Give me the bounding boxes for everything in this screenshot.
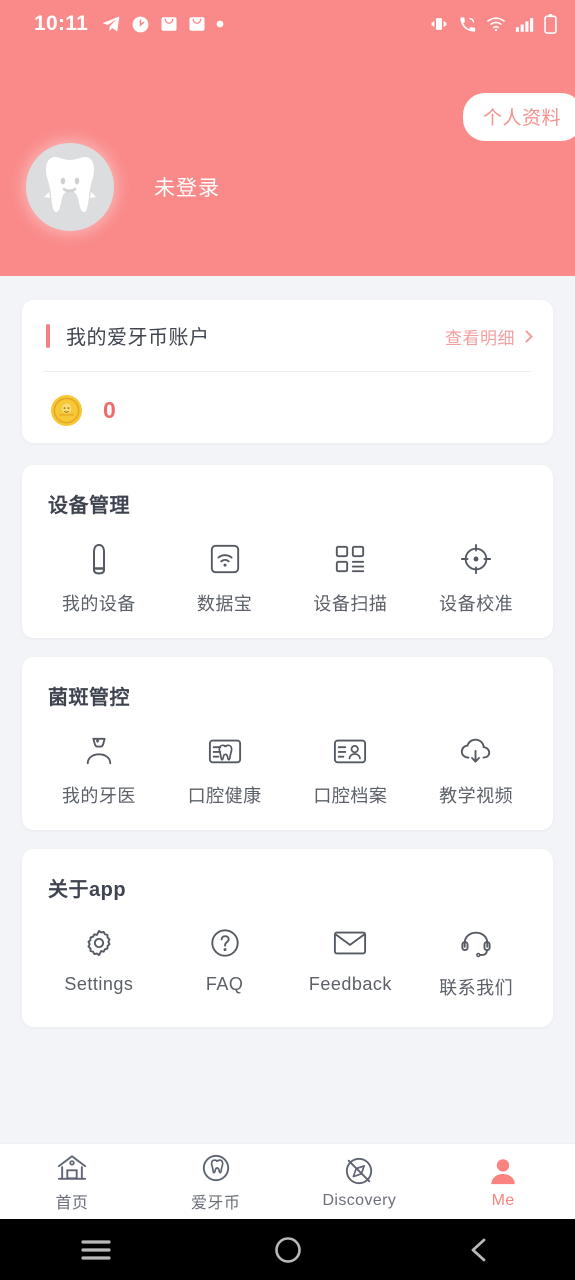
dot-icon [216, 20, 224, 28]
headset-icon [460, 924, 492, 962]
about-app-grid: Settings FAQ Feedback 联系我们 [22, 902, 553, 1000]
grid-item-label: Feedback [308, 974, 392, 994]
coin-balance-row: 0 [22, 372, 553, 427]
profile-header: 10:11 个人资料 未登录 [0, 0, 575, 276]
section-title: 关于app [48, 879, 127, 901]
grid-item-oral-health[interactable]: 口腔健康 [162, 732, 288, 808]
avatar[interactable] [26, 143, 114, 231]
tab-label: Me [491, 1191, 515, 1209]
bottom-tab-bar: 首页 爱牙币 Discovery Me [0, 1143, 575, 1219]
recents-icon [81, 1239, 111, 1260]
grid-item-label: 数据宝 [196, 594, 253, 614]
back-chevron-icon [471, 1238, 486, 1261]
grid-item-label: 我的设备 [61, 594, 136, 614]
view-detail-link[interactable]: 查看明细 [445, 324, 533, 349]
mail-icon [161, 17, 177, 31]
home-circle-icon [274, 1236, 301, 1263]
question-circle-icon [209, 924, 241, 962]
tooth-icon [200, 1151, 232, 1185]
grid-item-device-calibration[interactable]: 设备校准 [413, 540, 539, 616]
crosshair-target-icon [460, 540, 492, 578]
tab-label: Discovery [322, 1191, 397, 1209]
grid-item-contact-us[interactable]: 联系我们 [413, 924, 539, 1000]
app-root: 10:11 个人资料 未登录 我的爱牙币账户 查看明细 0 设备管理 我的设备 … [0, 0, 575, 1280]
tab-label: 首页 [55, 1194, 89, 1212]
status-bar-clock: 10:11 [34, 12, 89, 35]
grid-item-label: 联系我们 [439, 978, 514, 998]
grid-item-label: 教学视频 [439, 786, 514, 806]
tab-discovery[interactable]: Discovery [288, 1154, 432, 1210]
home-icon [56, 1151, 88, 1185]
wifi-box-icon [209, 540, 241, 578]
grid-item-label: 设备扫描 [313, 594, 388, 614]
clock-icon [132, 16, 149, 32]
cellular-signal-icon [515, 17, 534, 32]
grid-item-data-treasure[interactable]: 数据宝 [162, 540, 288, 616]
back-button[interactable] [383, 1236, 575, 1264]
qr-scan-grid-icon [334, 540, 366, 578]
user-identity-row[interactable]: 未登录 [26, 143, 220, 231]
grid-item-oral-records[interactable]: 口腔档案 [288, 732, 414, 808]
grid-item-faq[interactable]: FAQ [162, 924, 288, 1000]
grid-item-label: 设备校准 [439, 594, 514, 614]
grid-item-label: 口腔档案 [313, 786, 388, 806]
grid-item-device-scan[interactable]: 设备扫描 [288, 540, 414, 616]
coin-account-title: 我的爱牙币账户 [66, 327, 210, 349]
grid-item-label: 我的牙医 [61, 786, 136, 806]
device-management-card: 设备管理 我的设备 数据宝 设备扫描 设备校准 [22, 465, 553, 638]
status-bar: 10:11 [0, 0, 575, 48]
tab-me[interactable]: Me [431, 1154, 575, 1210]
accent-bar [46, 323, 50, 348]
section-title: 菌斑管控 [48, 687, 130, 709]
status-bar-notification-icons [101, 14, 224, 34]
call-signal-icon [460, 16, 476, 32]
person-icon [487, 1154, 519, 1188]
about-app-card: 关于app Settings FAQ Feedback 联系我们 [22, 849, 553, 1027]
tab-home[interactable]: 首页 [0, 1151, 144, 1213]
tooth-avatar-icon [44, 157, 96, 212]
coin-card-header: 我的爱牙币账户 查看明细 [22, 300, 553, 371]
status-bar-system-icons [429, 14, 557, 34]
device-management-grid: 我的设备 数据宝 设备扫描 设备校准 [22, 518, 553, 616]
android-navigation-bar [0, 1219, 575, 1280]
coin-balance-value: 0 [103, 397, 116, 423]
envelope-icon [333, 924, 367, 962]
grid-item-my-device[interactable]: 我的设备 [36, 540, 162, 616]
profile-detail-button[interactable]: 个人资料 [462, 93, 575, 141]
username-label: 未登录 [154, 177, 220, 200]
section-title: 设备管理 [48, 495, 130, 517]
tab-tooth-coin[interactable]: 爱牙币 [144, 1151, 288, 1213]
gear-icon [83, 924, 115, 962]
battery-icon [544, 14, 557, 34]
plaque-control-card: 菌斑管控 我的牙医 口腔健康 口腔档案 教学视频 [22, 657, 553, 830]
dentist-person-icon [84, 732, 114, 770]
tab-label: 爱牙币 [191, 1194, 241, 1212]
telegram-icon [102, 16, 120, 32]
view-detail-label: 查看明细 [445, 329, 515, 348]
grid-item-label: Settings [64, 974, 134, 994]
card-tooth-icon [208, 732, 242, 770]
wifi-icon [487, 17, 505, 32]
compass-icon [343, 1154, 375, 1188]
grid-item-label: 口腔健康 [187, 786, 262, 806]
chevron-right-icon [520, 330, 533, 343]
grid-item-my-dentist[interactable]: 我的牙医 [36, 732, 162, 808]
cloud-download-icon [459, 732, 493, 770]
gold-coin-icon [50, 394, 83, 427]
vibrate-icon [431, 18, 447, 30]
plaque-control-grid: 我的牙医 口腔健康 口腔档案 教学视频 [22, 710, 553, 808]
mail-icon [189, 17, 205, 31]
grid-item-feedback[interactable]: Feedback [288, 924, 414, 1000]
home-button[interactable] [192, 1236, 384, 1264]
grid-item-settings[interactable]: Settings [36, 924, 162, 1000]
coin-account-card: 我的爱牙币账户 查看明细 0 [22, 300, 553, 443]
card-person-icon [333, 732, 367, 770]
grid-item-teaching-video[interactable]: 教学视频 [413, 732, 539, 808]
recents-button[interactable] [0, 1237, 192, 1263]
device-toothbrush-icon [85, 540, 113, 578]
grid-item-label: FAQ [205, 974, 244, 994]
